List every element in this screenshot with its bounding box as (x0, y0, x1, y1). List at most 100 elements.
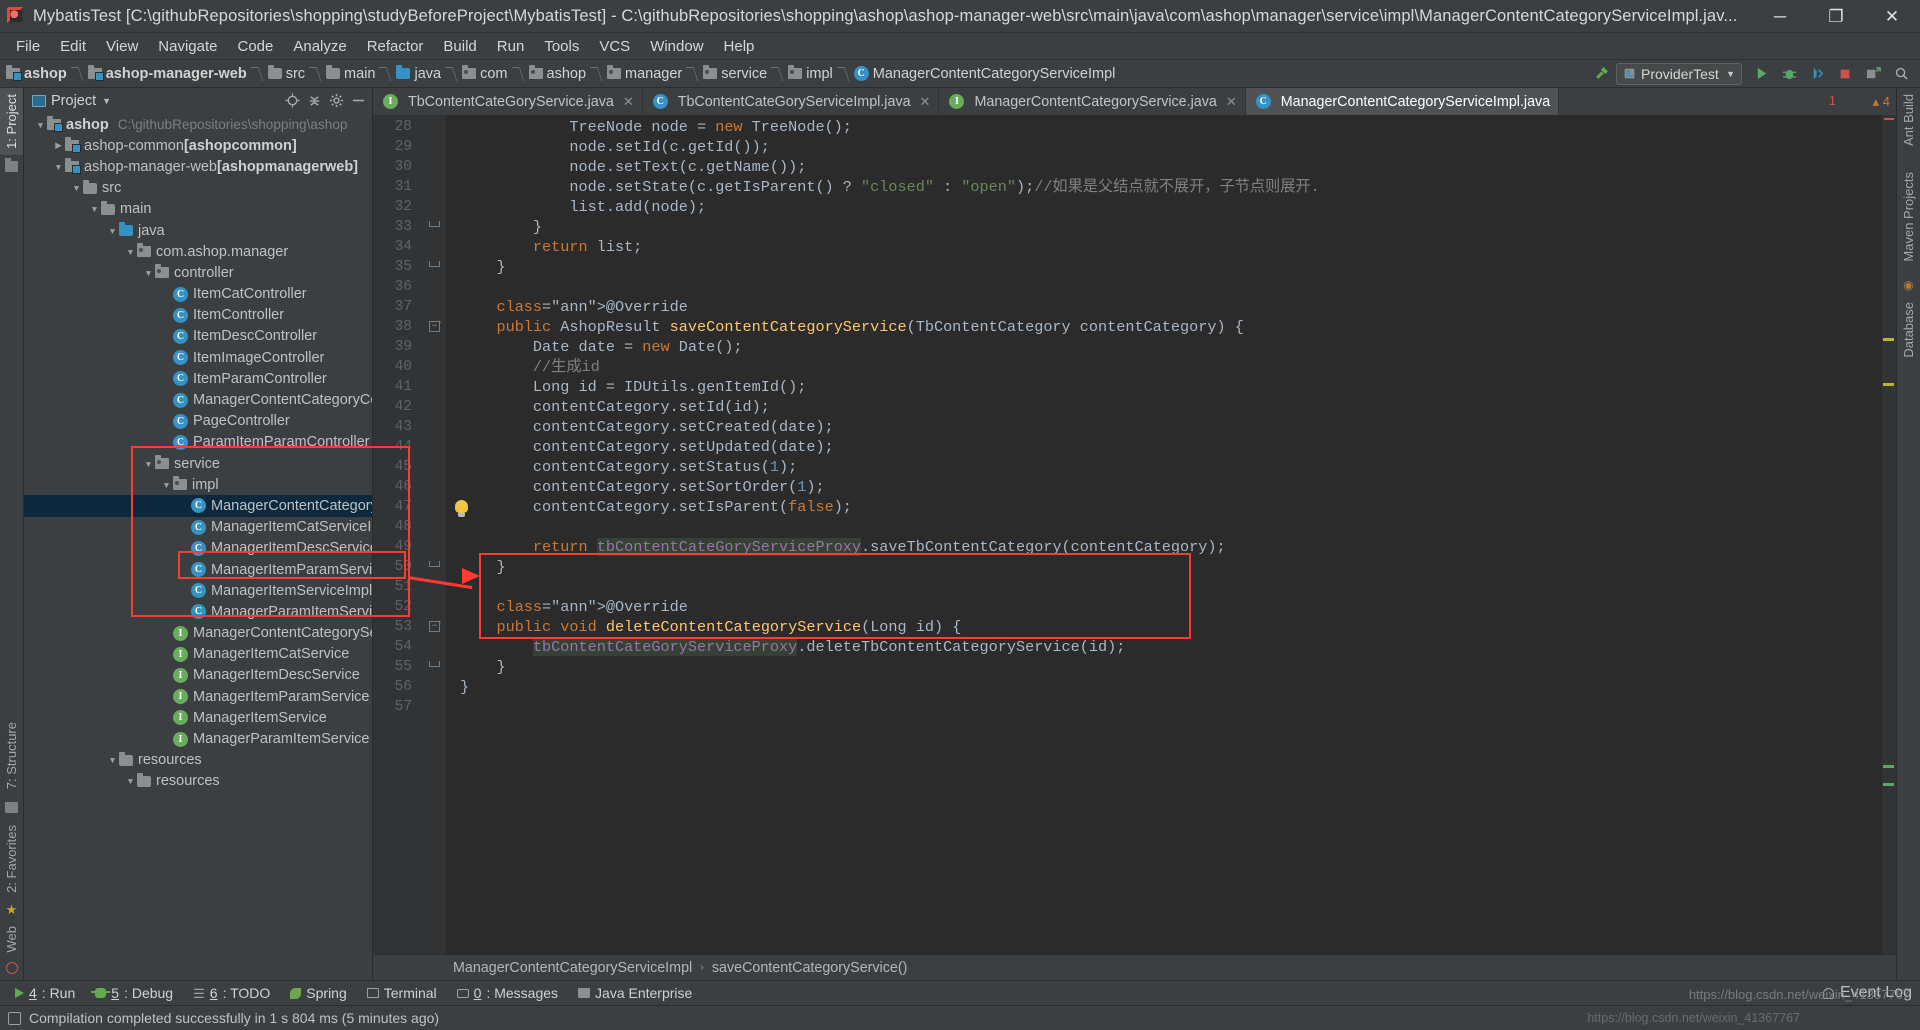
minimize-button[interactable]: ─ (1752, 0, 1808, 33)
navbar-crumb-ashop[interactable]: ashop (527, 65, 606, 82)
collapse-all-icon[interactable] (307, 93, 322, 110)
menu-navigate[interactable]: Navigate (148, 35, 227, 58)
navbar-crumb-manager[interactable]: manager (605, 65, 701, 82)
project-tree[interactable]: ▼ ashop C:\githubRepositories\shopping\ash… (24, 114, 372, 980)
tree-node-ashop-manager-web[interactable]: ▼ ashop-manager-web [ashopmanagerweb] (24, 156, 372, 177)
twisty-expanded-icon[interactable]: ▼ (52, 162, 65, 172)
fold-end-icon[interactable] (429, 561, 440, 567)
menu-help[interactable]: Help (714, 35, 765, 58)
tree-node-main[interactable]: ▼ main (24, 199, 372, 220)
search-everywhere-icon[interactable] (1888, 62, 1914, 86)
fold-end-icon[interactable] (429, 221, 440, 227)
navbar-crumb-ashop[interactable]: ashop (4, 65, 86, 82)
tree-node-ashop[interactable]: ▼ ashop C:\githubRepositories\shopping\ash… (24, 114, 372, 135)
tree-node-managercontentcategorycont[interactable]: C ManagerContentCategoryCont (24, 389, 372, 410)
menu-refactor[interactable]: Refactor (357, 35, 434, 58)
tool-window-messages[interactable]: 0 : Messages (448, 983, 567, 1003)
code-line[interactable]: node.setText(c.getName()); (446, 157, 1882, 177)
tree-node-manageritemcatservice[interactable]: I ManagerItemCatService (24, 644, 372, 665)
code-area[interactable]: TreeNode node = new TreeNode(); node.set… (446, 115, 1882, 954)
tree-node-impl[interactable]: ▼ impl (24, 474, 372, 495)
navbar-crumb-impl[interactable]: impl (786, 65, 852, 82)
tree-node-managercontentcategorys[interactable]: C ManagerContentCategoryS (24, 495, 372, 517)
code-line[interactable]: node.setState(c.getIsParent() ? "closed"… (446, 177, 1882, 197)
tree-node-service[interactable]: ▼ service (24, 453, 372, 474)
twisty-expanded-icon[interactable]: ▼ (106, 226, 119, 236)
menu-file[interactable]: File (6, 35, 50, 58)
twisty-expanded-icon[interactable]: ▼ (70, 183, 83, 193)
code-folding-column[interactable]: − − (422, 115, 446, 954)
code-line[interactable]: } (446, 257, 1882, 277)
tool-window-todo[interactable]: ☰ 6 : TODO (184, 983, 279, 1003)
debug-button[interactable] (1776, 62, 1802, 86)
tree-node-itemcatcontroller[interactable]: C ItemCatController (24, 284, 372, 305)
intention-bulb-icon[interactable] (455, 500, 468, 517)
code-line[interactable]: list.add(node); (446, 197, 1882, 217)
code-line[interactable]: contentCategory.setSortOrder(1); (446, 477, 1882, 497)
build-hammer-icon[interactable] (1588, 62, 1614, 86)
code-line[interactable]: contentCategory.setCreated(date); (446, 417, 1882, 437)
fold-collapse-icon[interactable]: − (429, 321, 440, 332)
tool-tab-structure[interactable]: 7: Structure (0, 716, 23, 795)
twisty-collapsed-icon[interactable]: ▶ (52, 140, 65, 151)
tree-node-resources[interactable]: ▼ resources (24, 750, 372, 771)
menu-build[interactable]: Build (433, 35, 486, 58)
close-icon[interactable]: ✕ (1226, 94, 1237, 110)
line-number-gutter[interactable]: 28 29 30 31 32 33 34 35 36 37 38 39 40 41 42 43 44 45 46 47… (373, 115, 446, 954)
tree-node-src[interactable]: ▼ src (24, 178, 372, 199)
scroll-from-source-icon[interactable] (285, 92, 300, 110)
tool-tab-project[interactable]: 1: Project (0, 88, 23, 155)
tree-node-java[interactable]: ▼ java (24, 220, 372, 241)
fold-end-icon[interactable] (429, 261, 440, 267)
tree-node-manageritemparamserviceimpl[interactable]: C ManagerItemParamServiceImpl (24, 559, 372, 580)
tree-node-controller[interactable]: ▼ controller (24, 262, 372, 283)
menu-vcs[interactable]: VCS (589, 35, 640, 58)
navbar-crumb-ashop-manager-web[interactable]: ashop-manager-web (86, 65, 266, 82)
tool-tab-favorites[interactable]: 2: Favorites (0, 819, 23, 899)
code-line[interactable]: return list; (446, 237, 1882, 257)
breadcrumb-method[interactable]: saveContentCategoryService() (708, 960, 911, 976)
tree-node-itemparamcontroller[interactable]: C ItemParamController (24, 368, 372, 389)
menu-view[interactable]: View (96, 35, 148, 58)
twisty-expanded-icon[interactable]: ▼ (106, 755, 119, 765)
tool-window-spring[interactable]: Spring (281, 983, 355, 1003)
editor-tab-managercontentcategoryservice[interactable]: I ManagerContentCategoryService.java ✕ (939, 88, 1246, 115)
navbar-crumb-managercontentcategoryserviceimpl[interactable]: C ManagerContentCategoryServiceImpl (852, 66, 1121, 82)
code-line[interactable]: Date date = new Date(); (446, 337, 1882, 357)
editor-tab-managercontentcategoryserviceimpl[interactable]: C ManagerContentCategoryServiceImpl.java (1245, 88, 1560, 115)
tool-tab-web[interactable]: Web (0, 920, 23, 959)
menu-analyze[interactable]: Analyze (283, 35, 356, 58)
menu-code[interactable]: Code (227, 35, 283, 58)
tree-node-itemdesccontroller[interactable]: C ItemDescController (24, 326, 372, 347)
tree-node-managerparamitemservice[interactable]: I ManagerParamItemService (24, 728, 372, 749)
tree-node-manageritemdescserviceim[interactable]: C ManagerItemDescServiceIm (24, 538, 372, 559)
twisty-expanded-icon[interactable]: ▼ (124, 247, 137, 257)
error-stripe-gutter[interactable] (1882, 115, 1896, 954)
run-configuration-selector[interactable]: ProviderTest ▼ (1616, 62, 1742, 85)
tree-node-manageritemserviceimpl[interactable]: C ManagerItemServiceImpl (24, 580, 372, 601)
tree-node-pagecontroller[interactable]: C PageController (24, 411, 372, 432)
navbar-crumb-java[interactable]: java (394, 65, 460, 82)
update-app-icon[interactable] (1860, 62, 1886, 86)
navbar-crumb-main[interactable]: main (324, 65, 394, 82)
hide-panel-icon[interactable] (351, 93, 366, 110)
menu-window[interactable]: Window (640, 35, 713, 58)
tool-window-debug[interactable]: 5 : Debug (86, 983, 182, 1003)
code-line[interactable]: contentCategory.setIsParent(false); (446, 497, 1882, 517)
navbar-crumb-service[interactable]: service (701, 65, 786, 82)
tool-window-run[interactable]: 4 : Run (6, 983, 84, 1003)
code-line[interactable]: contentCategory.setStatus(1); (446, 457, 1882, 477)
code-line[interactable]: contentCategory.setUpdated(date); (446, 437, 1882, 457)
navbar-crumb-src[interactable]: src (266, 65, 324, 82)
code-line[interactable]: //生成id (446, 357, 1882, 377)
tree-node-paramitemparamcontroller[interactable]: C ParamItemParamController (24, 432, 372, 453)
tool-tab-ant-build[interactable]: Ant Build (1897, 88, 1920, 152)
code-line[interactable]: } (446, 557, 1882, 577)
navbar-crumb-com[interactable]: com (460, 65, 526, 82)
twisty-expanded-icon[interactable]: ▼ (142, 459, 155, 469)
tool-tab-maven-projects[interactable]: Maven Projects (1897, 166, 1920, 268)
twisty-expanded-icon[interactable]: ▼ (34, 120, 47, 130)
tree-node-manageritemservice[interactable]: I ManagerItemService (24, 707, 372, 728)
tool-window-java-enterprise[interactable]: Java Enterprise (569, 983, 701, 1003)
gear-icon[interactable] (329, 93, 344, 110)
